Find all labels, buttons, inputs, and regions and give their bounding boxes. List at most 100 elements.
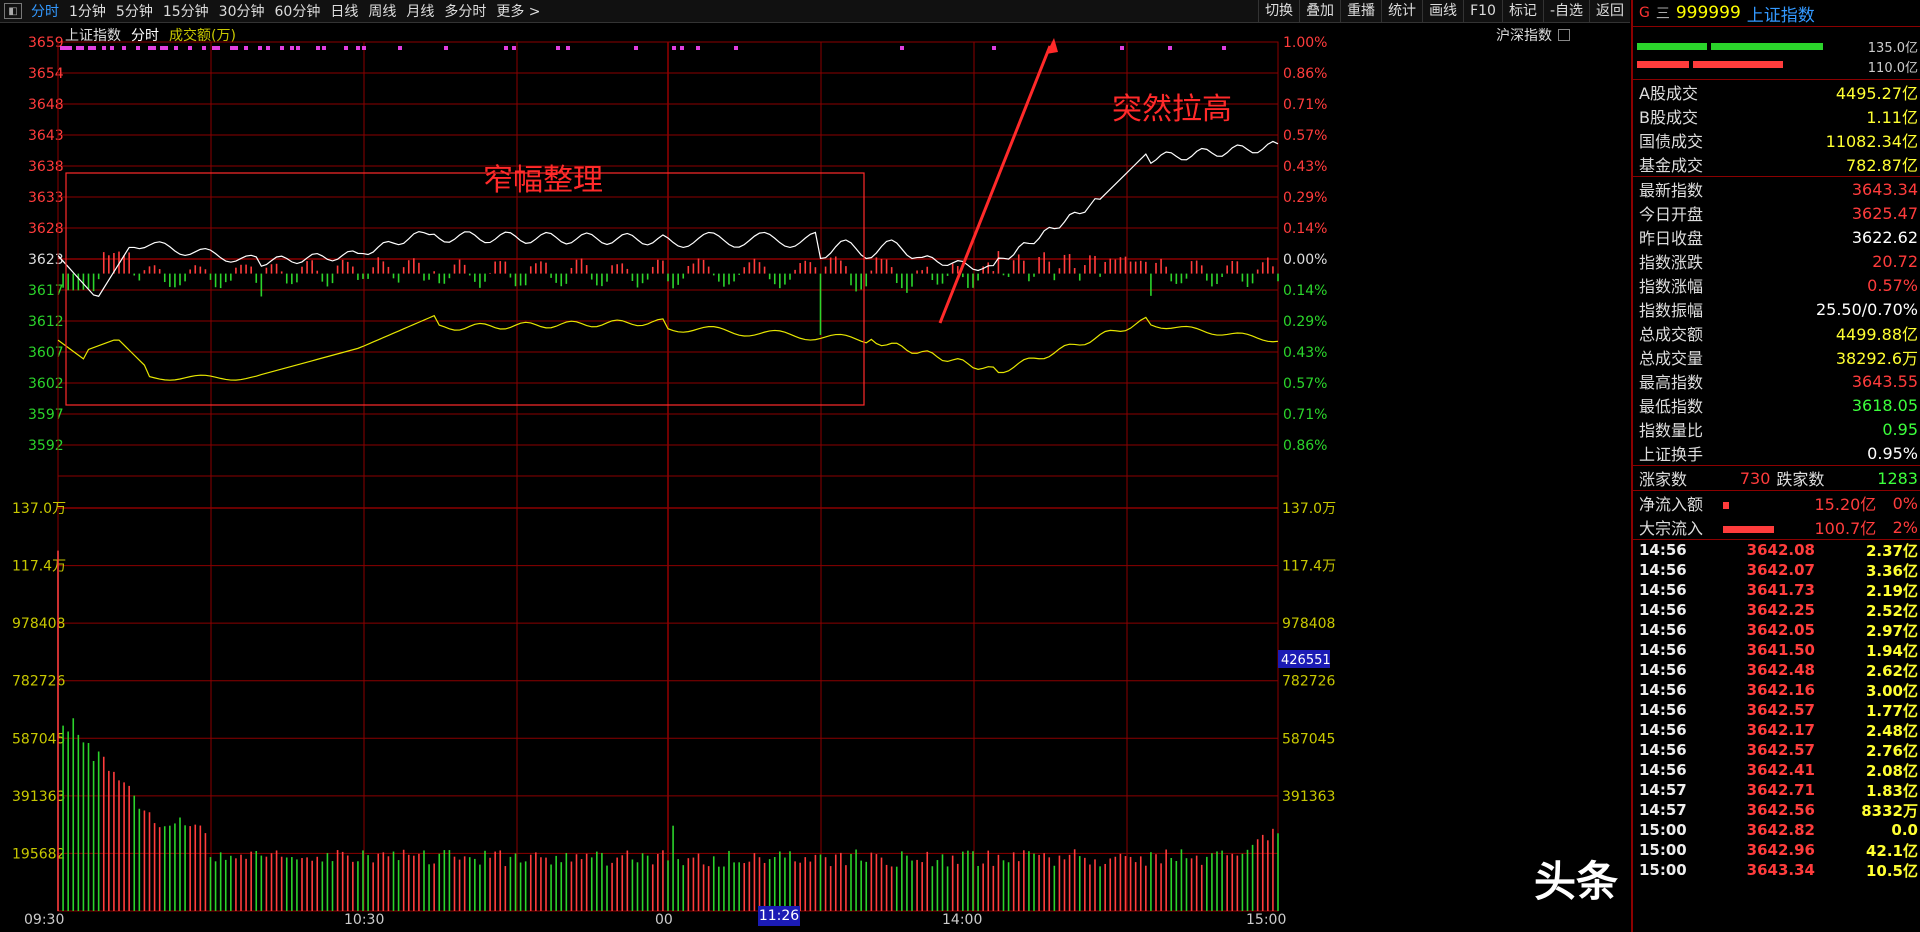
period-tab-5[interactable]: 60分钟 — [270, 1, 326, 21]
tick-row[interactable]: 14:56 3642.57 1.77亿 — [1633, 700, 1920, 720]
event-marker-dot[interactable] — [634, 46, 638, 50]
event-marker-dot[interactable] — [68, 46, 72, 50]
tick-row[interactable]: 14:57 3642.71 1.83亿 — [1633, 780, 1920, 800]
event-marker-dot[interactable] — [88, 46, 92, 50]
period-tab-1[interactable]: 1分钟 — [64, 1, 111, 21]
event-marker-dot[interactable] — [92, 46, 96, 50]
event-marker-dot[interactable] — [148, 46, 152, 50]
rise-arrow-line — [938, 45, 1052, 324]
event-marker-dot[interactable] — [76, 46, 80, 50]
event-marker-dot[interactable] — [444, 46, 448, 50]
event-marker-dot[interactable] — [110, 46, 114, 50]
toolbar-action-3[interactable]: 统计 — [1381, 0, 1422, 22]
tick-row[interactable]: 14:56 3642.57 2.76亿 — [1633, 740, 1920, 760]
event-marker-dot[interactable] — [152, 46, 156, 50]
event-marker-dot[interactable] — [696, 46, 700, 50]
tick-time: 14:56 — [1639, 641, 1687, 659]
event-marker-dot[interactable] — [344, 46, 348, 50]
intraday-chart[interactable]: 3659 1.00%3654 0.86%3648 0.71%3643 0.57%3638… — [0, 22, 1630, 932]
tick-row[interactable]: 14:56 3642.25 2.52亿 — [1633, 600, 1920, 620]
tick-row[interactable]: 14:56 3642.16 3.00亿 — [1633, 680, 1920, 700]
event-marker-dot[interactable] — [356, 46, 360, 50]
event-marker-dot[interactable] — [80, 46, 84, 50]
period-tab-0[interactable]: 分时 — [26, 1, 64, 21]
tick-price: 3642.57 — [1746, 701, 1815, 719]
tick-row[interactable]: 15:00 3643.34 10.5亿 — [1633, 860, 1920, 880]
tick-time: 14:56 — [1639, 721, 1687, 739]
tick-row[interactable]: 14:57 3642.56 8332万 — [1633, 800, 1920, 820]
event-marker-dot[interactable] — [362, 46, 366, 50]
menu-icon[interactable]: 三 — [1656, 3, 1670, 23]
toolbar-action-4[interactable]: 画线 — [1422, 0, 1463, 22]
toolbar-action-0[interactable]: 切换 — [1258, 0, 1299, 22]
event-marker-dot[interactable] — [280, 46, 284, 50]
period-tab-6[interactable]: 日线 — [325, 1, 363, 21]
period-tab-3[interactable]: 15分钟 — [158, 1, 214, 21]
toolbar-action-5[interactable]: F10 — [1463, 0, 1502, 22]
toolbar-action-7[interactable]: -自选 — [1542, 0, 1589, 22]
period-tab-10[interactable]: 更多 > — [491, 1, 545, 21]
event-marker-dot[interactable] — [512, 46, 516, 50]
event-marker-dot[interactable] — [266, 46, 270, 50]
tick-price: 3642.71 — [1746, 781, 1815, 799]
event-marker-dot[interactable] — [734, 46, 738, 50]
toolbar-action-1[interactable]: 叠加 — [1299, 0, 1340, 22]
period-tab-2[interactable]: 5分钟 — [111, 1, 158, 21]
event-marker-dot[interactable] — [296, 46, 300, 50]
stat-row: 今日开盘 3625.47 — [1633, 201, 1920, 225]
event-marker-dot[interactable] — [188, 46, 192, 50]
stat-label: 最高指数 — [1639, 373, 1704, 392]
event-marker-dot[interactable] — [322, 46, 326, 50]
event-marker-dot[interactable] — [174, 46, 178, 50]
event-marker-dot[interactable] — [102, 46, 106, 50]
period-tab-9[interactable]: 多分时 — [439, 1, 491, 21]
turnover-value: 782.87亿 — [1846, 156, 1918, 175]
event-marker-dot[interactable] — [122, 46, 126, 50]
event-marker-dot[interactable] — [900, 46, 904, 50]
event-marker-dot[interactable] — [566, 46, 570, 50]
tick-row[interactable]: 14:56 3642.05 2.97亿 — [1633, 620, 1920, 640]
tick-row[interactable]: 14:56 3642.41 2.08亿 — [1633, 760, 1920, 780]
period-tab-7[interactable]: 周线 — [363, 1, 401, 21]
tick-row[interactable]: 15:00 3642.96 42.1亿 — [1633, 840, 1920, 860]
event-marker-dot[interactable] — [316, 46, 320, 50]
event-marker-dot[interactable] — [164, 46, 168, 50]
tick-row[interactable]: 14:56 3642.07 3.36亿 — [1633, 560, 1920, 580]
event-marker-dot[interactable] — [136, 46, 140, 50]
event-marker-dot[interactable] — [672, 46, 676, 50]
event-marker-dot[interactable] — [1120, 46, 1124, 50]
event-marker-dot[interactable] — [234, 46, 238, 50]
event-marker-dot[interactable] — [290, 46, 294, 50]
g-label[interactable]: G — [1639, 5, 1650, 21]
event-marker-dot[interactable] — [258, 46, 262, 50]
event-marker-dot[interactable] — [504, 46, 508, 50]
event-marker-dot[interactable] — [680, 46, 684, 50]
toolbar-action-2[interactable]: 重播 — [1340, 0, 1381, 22]
tick-row[interactable]: 14:56 3641.73 2.19亿 — [1633, 580, 1920, 600]
event-marker-dot[interactable] — [216, 46, 220, 50]
event-marker-dot[interactable] — [64, 46, 68, 50]
event-marker-dot[interactable] — [244, 46, 248, 50]
tick-list[interactable]: 14:56 3642.08 2.37亿 14:56 3642.07 3.36亿 14:56 3… — [1633, 540, 1920, 880]
toolbar-action-6[interactable]: 标记 — [1501, 0, 1543, 22]
event-marker-dot[interactable] — [1222, 46, 1226, 50]
event-marker-dot[interactable] — [160, 46, 164, 50]
panel-toggle-icon[interactable]: ◧ — [4, 3, 22, 19]
period-tab-8[interactable]: 月线 — [401, 1, 439, 21]
tick-row[interactable]: 14:56 3641.50 1.94亿 — [1633, 640, 1920, 660]
tick-row[interactable]: 14:56 3642.17 2.48亿 — [1633, 720, 1920, 740]
toolbar-action-8[interactable]: 返回 — [1589, 0, 1630, 22]
event-marker-dot[interactable] — [1168, 46, 1172, 50]
tick-row[interactable]: 14:56 3642.48 2.62亿 — [1633, 660, 1920, 680]
tick-row[interactable]: 14:56 3642.08 2.37亿 — [1633, 540, 1920, 560]
event-marker-dot[interactable] — [212, 46, 216, 50]
event-marker-dot[interactable] — [230, 46, 234, 50]
event-marker-dot[interactable] — [556, 46, 560, 50]
period-tab-4[interactable]: 30分钟 — [214, 1, 270, 21]
tick-time: 14:56 — [1639, 701, 1687, 719]
tick-row[interactable]: 15:00 3642.82 0.0 — [1633, 820, 1920, 840]
event-marker-dot[interactable] — [60, 46, 64, 50]
event-marker-dot[interactable] — [992, 46, 996, 50]
event-marker-dot[interactable] — [398, 46, 402, 50]
event-marker-dot[interactable] — [202, 46, 206, 50]
